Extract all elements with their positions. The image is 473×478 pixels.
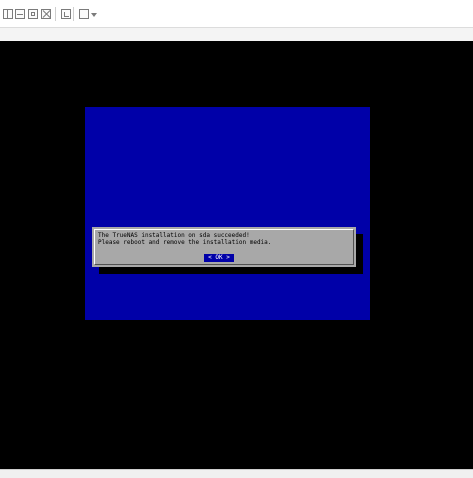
fit-screen-icon[interactable] <box>28 9 38 19</box>
toolbar-divider <box>73 7 74 21</box>
dialog-message-line1: The TrueNAS installation on sda succeede… <box>98 232 250 239</box>
vm-console-toolbar <box>0 0 473 28</box>
chevron-down-icon[interactable] <box>91 13 97 17</box>
console-icon[interactable] <box>61 9 71 19</box>
dialog-message-line2: Please reboot and remove the installatio… <box>98 239 272 246</box>
installer-background <box>85 107 370 320</box>
close-icon[interactable] <box>41 9 51 19</box>
install-result-dialog: The TrueNAS installation on sda succeede… <box>92 227 356 267</box>
view-icon[interactable] <box>79 9 89 19</box>
minimize-icon[interactable] <box>15 9 25 19</box>
toolbar-strip <box>0 28 473 41</box>
toolbar-divider <box>55 7 56 21</box>
ok-button[interactable]: < OK > <box>204 254 234 262</box>
panel-icon[interactable] <box>3 9 13 19</box>
